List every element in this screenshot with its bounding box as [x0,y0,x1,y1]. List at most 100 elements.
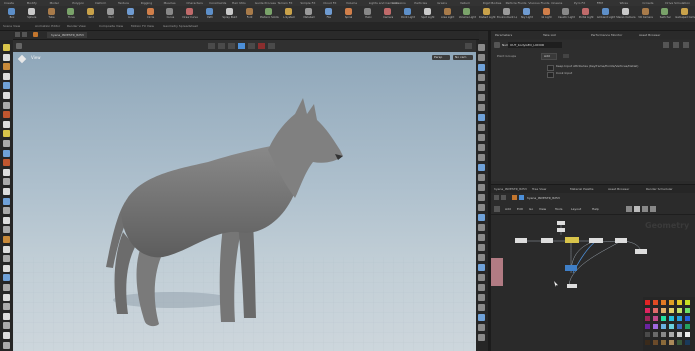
tool-icon[interactable] [3,72,10,80]
menu-add[interactable]: Add [505,204,511,214]
menu-help[interactable]: Help [592,204,599,214]
color-swatch[interactable] [661,324,666,329]
tool-icon[interactable] [3,53,10,61]
parameter-tab[interactable]: Asset Browser [639,31,660,39]
shelf-tool-button[interactable]: Spray Paint [220,7,240,22]
shelf-tool-button[interactable]: L-System [279,7,299,22]
display-tool-icon[interactable] [478,314,485,321]
desktop-tab[interactable]: Animation Editor [35,22,60,30]
tool-icon[interactable] [3,120,10,128]
tool-icon[interactable] [3,178,10,186]
tool-icon[interactable] [3,149,10,157]
shelf-tool-button[interactable]: Spiral [339,7,359,22]
tool-icon[interactable] [3,284,10,291]
display-tool-icon[interactable] [478,94,485,101]
display-tool-icon[interactable] [478,204,485,211]
parameter-tab[interactable]: Performance Monitor [591,31,622,39]
color-swatch[interactable] [653,308,658,313]
shelf-tool-button[interactable]: Caustic Light [556,7,576,22]
color-swatch[interactable] [661,332,666,337]
display-tool-icon[interactable] [478,44,485,51]
display-tool-icon[interactable] [478,64,485,71]
shelf-tool-button[interactable]: Sphere [22,7,42,22]
display-tool-icon[interactable] [478,124,485,131]
shelf-tool-button[interactable]: Point Light [398,7,418,22]
shelf-tool-button[interactable]: Null [101,7,121,22]
dropdown-icon[interactable] [563,54,569,58]
network-node[interactable] [615,238,627,243]
color-swatch[interactable] [661,316,666,321]
display-tool-icon[interactable] [478,194,485,201]
forward-arrow-icon[interactable] [501,195,506,200]
forward-arrow-icon[interactable] [22,32,27,37]
display-tool-icon[interactable] [478,284,485,291]
point-groups-field[interactable]: Add [544,53,550,59]
shelf-tool-button[interactable]: Volume Light [457,7,477,22]
color-swatch[interactable] [661,300,666,305]
tool-icon[interactable] [3,130,10,138]
color-swatch[interactable] [669,324,674,329]
network-path[interactable]: hyena_INVESTR_8253 [527,193,560,203]
display-tool-icon[interactable] [478,144,485,151]
shelf-tool-button[interactable]: Ambient Light [596,7,616,22]
shelf-tool-button[interactable]: Gamepad Camera [675,7,695,22]
display-option-icon[interactable] [650,206,656,212]
tool-icon[interactable] [3,140,10,147]
desktop-tab[interactable]: Scene View [3,22,20,30]
settings-icon[interactable] [683,42,689,48]
tool-icon[interactable] [3,82,10,90]
display-tool-icon[interactable] [478,264,485,271]
network-node[interactable] [557,228,565,232]
shelf-tool-button[interactable]: Font [240,7,260,22]
shelf-tool-button[interactable]: Distant Light [477,7,497,22]
display-tool-icon[interactable] [478,214,485,221]
shelf-tool-button[interactable]: Camera [378,7,398,22]
info-icon[interactable] [673,42,679,48]
scene-viewport[interactable]: View Persp No cam [13,52,476,351]
display-tool-icon[interactable] [478,274,485,281]
back-arrow-icon[interactable] [494,195,499,200]
tool-icon[interactable] [3,312,10,320]
display-tool-icon[interactable] [478,334,485,341]
tool-icon[interactable] [3,216,10,224]
color-swatch[interactable] [677,316,682,321]
display-tool-icon[interactable] [478,164,485,171]
network-node[interactable] [565,237,579,243]
color-swatch[interactable] [685,300,690,305]
color-swatch[interactable] [645,332,650,337]
shelf-tool-button[interactable]: Tube [42,7,62,22]
network-node[interactable] [557,221,565,225]
shelf-tool-button[interactable]: Path [200,7,220,22]
network-tab[interactable]: Material Palette [570,185,594,193]
display-tool-icon[interactable] [478,84,485,91]
color-swatch[interactable] [669,316,674,321]
color-swatch[interactable] [661,308,666,313]
shelf-tool-button[interactable]: Spot Light [418,7,438,22]
display-tool-icon[interactable] [478,244,485,251]
tool-icon[interactable] [3,332,10,339]
desktop-tab[interactable]: Geometry Spreadsheet [163,22,198,30]
tool-icon[interactable] [3,197,10,205]
shelf-tool-button[interactable]: Line [121,7,141,22]
color-swatch[interactable] [677,324,682,329]
tool-icon[interactable] [3,245,10,253]
menu-view[interactable]: View [539,204,546,214]
display-tool-icon[interactable] [478,104,485,111]
shelf-tool-button[interactable]: Circle [141,7,161,22]
color-swatch[interactable] [653,324,658,329]
display-tool-icon[interactable] [478,254,485,261]
display-tool-icon[interactable] [478,294,485,301]
tool-icon[interactable] [3,101,10,109]
color-swatch[interactable] [685,316,690,321]
persp-menu-button[interactable]: Persp [434,55,442,60]
tool-icon[interactable] [3,293,10,301]
network-tab[interactable]: Render Scheduler [646,185,673,193]
viewport-layout-icon[interactable] [465,43,472,49]
color-swatch[interactable] [645,308,650,313]
display-option-icon[interactable] [248,43,255,49]
pin-icon[interactable] [16,43,22,49]
shelf-tool-button[interactable]: Box [2,7,22,22]
color-swatch[interactable] [653,332,658,337]
tool-icon[interactable] [3,226,10,234]
display-tool-icon[interactable] [478,134,485,141]
